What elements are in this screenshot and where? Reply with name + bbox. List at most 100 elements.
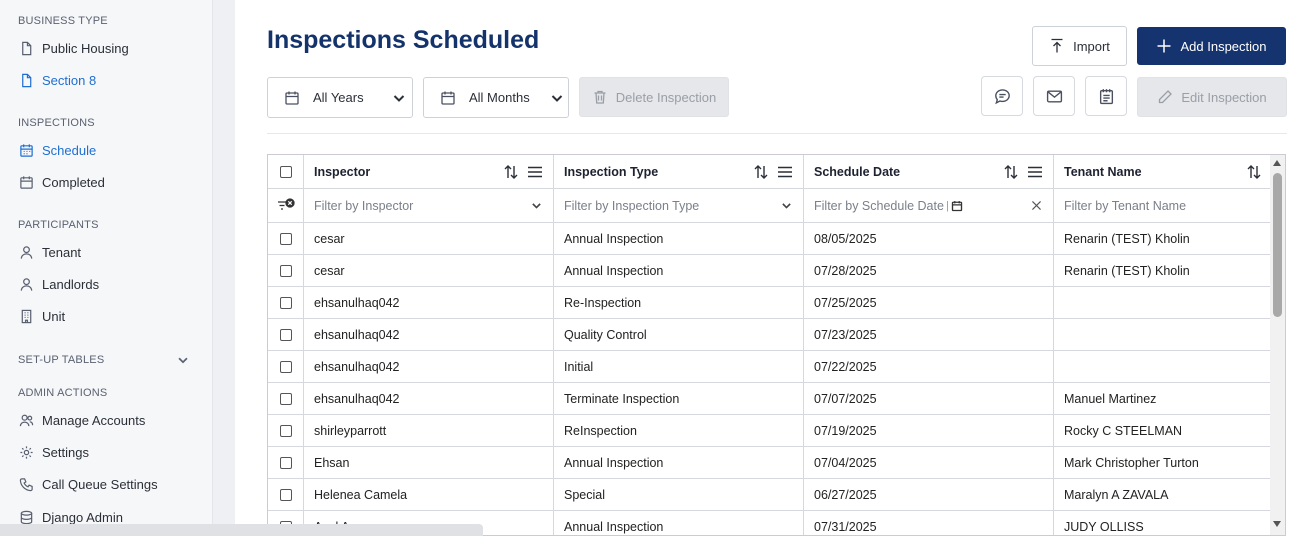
close-icon[interactable] [1030, 199, 1043, 212]
chevron-down-icon [780, 199, 793, 212]
column-header-schedule-date[interactable]: Schedule Date [804, 155, 1054, 188]
table-row[interactable]: shirleyparrott ReInspection 07/19/2025 Rock… [268, 415, 1272, 447]
table-row[interactable]: ehsanulhaq042 Initial 07/22/2025 [268, 351, 1272, 383]
sort-icon[interactable] [1246, 164, 1262, 180]
section-title: INSPECTIONS [18, 117, 95, 129]
schedule-date-filter[interactable]: Filter by Schedule Date | [804, 189, 1054, 222]
row-checkbox[interactable] [279, 360, 292, 373]
add-inspection-button[interactable]: Add Inspection [1137, 27, 1286, 65]
sidebar-item-call-queue-settings[interactable]: Call Queue Settings [18, 473, 158, 495]
section-setup-tables[interactable]: SET-UP TABLES [18, 353, 190, 367]
sidebar-item-schedule[interactable]: Schedule [18, 139, 96, 161]
file-icon [18, 72, 34, 88]
chevron-down-icon[interactable] [176, 353, 190, 367]
inspector-cell: shirleyparrott [304, 415, 554, 446]
inspection-type-cell: Annual Inspection [554, 255, 804, 286]
sidebar-gutter [213, 0, 235, 536]
month-select[interactable]: All Months [423, 77, 569, 118]
notepad-icon [1098, 88, 1115, 105]
scroll-thumb[interactable] [1273, 173, 1282, 317]
sort-icon[interactable] [753, 164, 769, 180]
row-checkbox[interactable] [279, 328, 292, 341]
message-button[interactable] [981, 76, 1023, 116]
sidebar-item-manage-accounts[interactable]: Manage Accounts [18, 409, 145, 431]
column-header-inspection-type[interactable]: Inspection Type [554, 155, 804, 188]
row-checkbox[interactable] [279, 424, 292, 437]
sidebar-item-settings[interactable]: Settings [18, 441, 89, 463]
table-row[interactable]: ehsanulhaq042 Terminate Inspection 07/07/2… [268, 383, 1272, 415]
sidebar-item-tenant[interactable]: Tenant [18, 241, 81, 263]
tenant-name-cell [1054, 351, 1272, 382]
clear-filters-cell [268, 189, 304, 222]
sort-icon[interactable] [503, 164, 519, 180]
app-root: BUSINESS TYPE Public Housing Section 8 I… [0, 0, 1307, 536]
sort-icon[interactable] [1003, 164, 1019, 180]
sidebar-item-label: Call Queue Settings [42, 476, 158, 492]
sidebar-item-public-housing[interactable]: Public Housing [18, 37, 129, 59]
row-checkbox[interactable] [279, 264, 292, 277]
table-row[interactable]: Ehsan Annual Inspection 07/04/2025 Mark Chr… [268, 447, 1272, 479]
inspection-type-cell: Initial [554, 351, 804, 382]
row-checkbox[interactable] [279, 488, 292, 501]
row-select-cell [268, 479, 304, 510]
menu-icon[interactable] [1027, 164, 1043, 180]
year-select-value: All Years [313, 90, 364, 105]
inspection-type-filter-placeholder: Filter by Inspection Type [564, 198, 700, 213]
schedule-date-filter-input[interactable]: Filter by Schedule Date | [814, 199, 963, 213]
section-admin-actions: ADMIN ACTIONS [18, 387, 190, 399]
header-divider [267, 133, 1287, 134]
row-checkbox[interactable] [279, 456, 292, 469]
import-button[interactable]: Import [1032, 26, 1127, 66]
select-all-checkbox[interactable] [279, 165, 292, 178]
inspector-filter-placeholder: Filter by Inspector [314, 198, 414, 213]
pencil-icon [1157, 89, 1173, 105]
schedule-date-cell: 06/27/2025 [804, 479, 1054, 510]
sidebar-item-completed[interactable]: Completed [18, 171, 105, 193]
scroll-up-arrow[interactable] [1273, 160, 1281, 166]
row-checkbox[interactable] [279, 232, 292, 245]
inspector-cell: ehsanulhaq042 [304, 287, 554, 318]
year-select[interactable]: All Years [267, 77, 413, 118]
inspection-type-filter[interactable]: Filter by Inspection Type [554, 189, 804, 222]
column-header-label: Inspector [314, 164, 371, 179]
table-row[interactable]: ehsanulhaq042 Re-Inspection 07/25/2025 [268, 287, 1272, 319]
clear-filter-icon[interactable] [277, 197, 295, 214]
database-icon [18, 509, 34, 525]
calendar-icon [440, 90, 456, 106]
sidebar-item-section-8[interactable]: Section 8 [18, 69, 96, 91]
email-button[interactable] [1033, 76, 1075, 116]
sidebar-item-landlords[interactable]: Landlords [18, 273, 99, 295]
column-header-inspector[interactable]: Inspector [304, 155, 554, 188]
table-row[interactable]: cesar Annual Inspection 07/28/2025 Renarin … [268, 255, 1272, 287]
schedule-date-cell: 07/19/2025 [804, 415, 1054, 446]
menu-icon[interactable] [527, 164, 543, 180]
schedule-date-cell: 07/25/2025 [804, 287, 1054, 318]
sidebar-item-label: Settings [42, 444, 89, 460]
edit-inspection-button[interactable]: Edit Inspection [1137, 77, 1287, 117]
notes-button[interactable] [1085, 76, 1127, 116]
row-select-cell [268, 255, 304, 286]
month-select-value: All Months [469, 90, 530, 105]
calendar-icon[interactable] [951, 200, 963, 212]
table-row[interactable]: Helenea Camela Special 06/27/2025 Maralyn A… [268, 479, 1272, 511]
inspection-type-cell: Terminate Inspection [554, 383, 804, 414]
delete-inspection-button[interactable]: Delete Inspection [579, 77, 729, 117]
phone-icon [18, 476, 34, 492]
table-row[interactable]: cesar Annual Inspection 08/05/2025 Renarin … [268, 223, 1272, 255]
tenant-name-filter-placeholder: Filter by Tenant Name [1064, 198, 1187, 213]
scroll-down-arrow[interactable] [1273, 521, 1281, 527]
sidebar-item-label: Public Housing [42, 40, 129, 56]
sidebar-item-unit[interactable]: Unit [18, 305, 65, 327]
inspector-filter[interactable]: Filter by Inspector [304, 189, 554, 222]
row-checkbox[interactable] [279, 392, 292, 405]
table-row[interactable]: ehsanulhaq042 Quality Control 07/23/2025 [268, 319, 1272, 351]
table-scrollbar[interactable] [1270, 155, 1285, 535]
column-header-label: Schedule Date [814, 164, 901, 179]
row-checkbox[interactable] [279, 296, 292, 309]
menu-icon[interactable] [777, 164, 793, 180]
calendar-icon [18, 142, 34, 158]
table-header-row: Inspector Inspection Type Schedule Date [268, 155, 1272, 189]
column-header-tenant-name[interactable]: Tenant Name [1054, 155, 1272, 188]
gear-icon [18, 444, 34, 460]
tenant-name-filter[interactable]: Filter by Tenant Name [1054, 189, 1272, 222]
